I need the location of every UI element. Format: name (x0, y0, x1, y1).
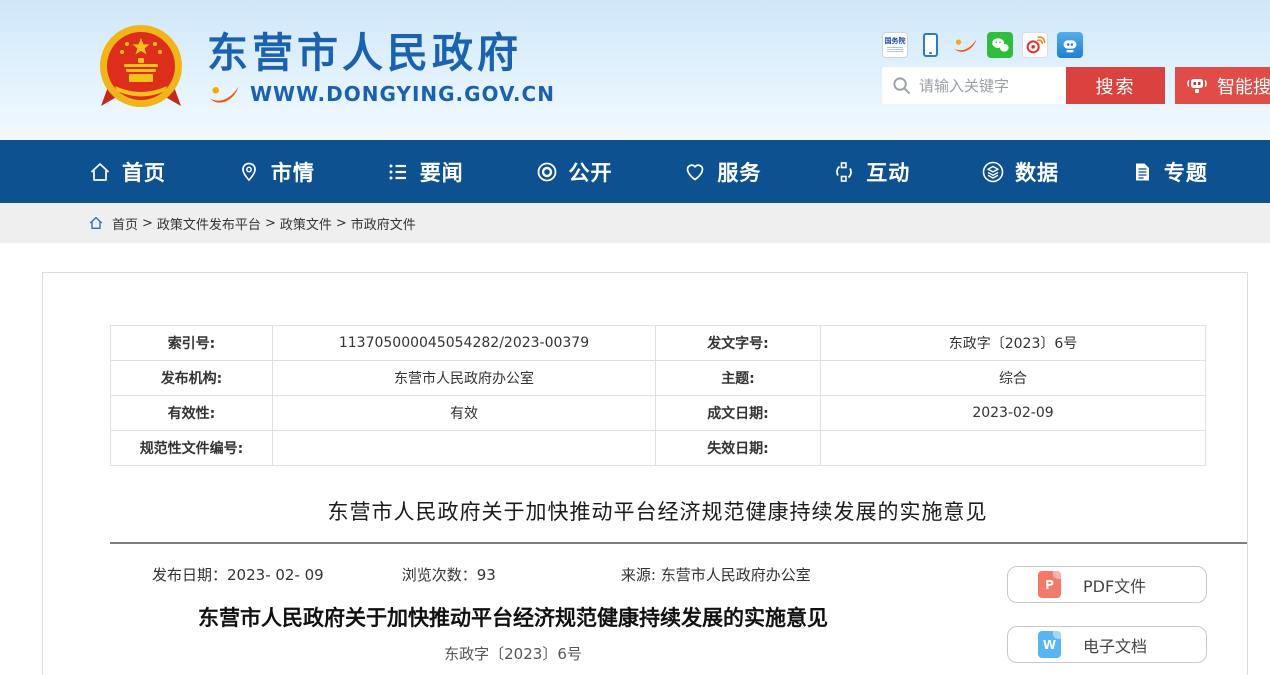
meta-label-index: 索引号: (111, 326, 273, 361)
nav-label: 服务 (717, 157, 761, 187)
meta-label-doc-number: 发文字号: (656, 326, 821, 361)
meta-label-expiry-date: 失效日期: (656, 431, 821, 466)
breadcrumb-home[interactable]: 首页 (112, 214, 138, 233)
meta-label-issuer: 发布机构: (111, 361, 273, 396)
word-file-label: 电子文档 (1083, 633, 1147, 657)
nav-label: 市情 (271, 157, 315, 187)
brand-swoosh-icon (207, 83, 241, 105)
nav-label: 互动 (866, 157, 910, 187)
site-url: WWW.DONGYING.GOV.CN (250, 82, 555, 106)
search-button[interactable]: 搜索 (1066, 67, 1165, 104)
meta-value-issuer: 东营市人民政府办公室 (273, 361, 656, 396)
main-content: 索引号: 113705000045054282/2023-00379 发文字号:… (0, 243, 1270, 675)
quick-links: 国务院 (882, 32, 1083, 58)
main-nav: 首页 市情 要闻 公开 服务 (0, 140, 1270, 203)
nav-label: 要闻 (420, 157, 464, 187)
views-label: 浏览次数： (402, 566, 477, 584)
list-icon (386, 160, 410, 184)
meta-value-normative-number (273, 431, 656, 466)
document-card: 索引号: 113705000045054282/2023-00379 发文字号:… (42, 272, 1248, 675)
site-logo[interactable]: 东营市人民政府 WWW.DONGYING.GOV.CN (95, 22, 555, 114)
breadcrumb-gov-docs[interactable]: 市政府文件 (351, 214, 416, 233)
nav-label: 专题 (1164, 157, 1208, 187)
cycle-icon (832, 160, 856, 184)
article-title: 东营市人民政府关于加快推动平台经济规范健康持续发展的实施意见 (110, 602, 916, 632)
source-value: 东营市人民政府办公室 (661, 566, 811, 584)
search-field-wrap (882, 67, 1066, 104)
breadcrumb: 首页 > 政策文件发布平台 > 政策文件 > 市政府文件 (0, 203, 1270, 243)
views-value: 93 (477, 566, 496, 584)
heart-icon (683, 160, 707, 184)
pdf-file-icon: P (1038, 571, 1061, 598)
nav-item-data[interactable]: 数据 (981, 157, 1059, 187)
smart-search-label: 智能搜索 (1217, 73, 1270, 99)
breadcrumb-separator: > (265, 216, 276, 231)
pdf-file-label: PDF文件 (1083, 573, 1146, 597)
meta-label-validity: 有效性: (111, 396, 273, 431)
national-emblem-icon (95, 22, 187, 114)
article-column: 发布日期：2023- 02- 09 浏览次数：93 来源: 东营市人民政府办公室… (110, 544, 916, 675)
nav-item-home[interactable]: 首页 (88, 157, 166, 187)
meta-value-validity: 有效 (273, 396, 656, 431)
nav-item-interaction[interactable]: 互动 (832, 157, 910, 187)
nav-item-services[interactable]: 服务 (683, 157, 761, 187)
wechat-icon[interactable] (987, 32, 1013, 58)
breadcrumb-policy-platform[interactable]: 政策文件发布平台 (157, 214, 261, 233)
home-icon (88, 160, 112, 184)
document-meta-table: 索引号: 113705000045054282/2023-00379 发文字号:… (110, 325, 1206, 466)
meta-value-index: 113705000045054282/2023-00379 (273, 326, 656, 361)
breadcrumb-policy-docs[interactable]: 政策文件 (280, 214, 332, 233)
meta-value-expiry-date (821, 431, 1206, 466)
search-bar: 搜索 智能搜索 (882, 67, 1270, 104)
article-meta: 发布日期：2023- 02- 09 浏览次数：93 来源: 东营市人民政府办公室 (110, 564, 916, 585)
site-header: 东营市人民政府 WWW.DONGYING.GOV.CN 国务院 (0, 0, 1270, 140)
mobile-version-icon[interactable] (917, 32, 943, 58)
attachment-buttons: P PDF文件 W 电子文档 (916, 544, 1246, 675)
word-file-icon: W (1038, 631, 1061, 658)
publish-date-label: 发布日期： (152, 566, 227, 584)
nav-item-topics[interactable]: 专题 (1130, 157, 1208, 187)
breadcrumb-separator: > (336, 216, 347, 231)
state-council-app-icon[interactable]: 国务院 (882, 32, 908, 58)
meta-label-topic: 主题: (656, 361, 821, 396)
nav-item-open-gov[interactable]: 公开 (535, 157, 613, 187)
target-icon (535, 160, 559, 184)
map-pin-icon (237, 160, 261, 184)
meta-label-normative-number: 规范性文件编号: (111, 431, 273, 466)
smart-search-button[interactable]: 智能搜索 (1175, 67, 1270, 104)
meta-value-date-written: 2023-02-09 (821, 396, 1206, 431)
source-label: 来源: (621, 566, 656, 584)
site-title: 东营市人民政府 (207, 30, 555, 77)
state-council-label: 国务院 (885, 38, 906, 45)
meta-label-date-written: 成文日期: (656, 396, 821, 431)
table-row: 索引号: 113705000045054282/2023-00379 发文字号:… (111, 326, 1206, 361)
search-icon (892, 76, 911, 95)
mobile-app-icon[interactable] (1057, 32, 1083, 58)
nav-label: 首页 (122, 157, 166, 187)
page-title: 东营市人民政府关于加快推动平台经济规范健康持续发展的实施意见 (110, 496, 1205, 526)
nav-item-news[interactable]: 要闻 (386, 157, 464, 187)
word-file-button[interactable]: W 电子文档 (1007, 626, 1207, 663)
nav-label: 公开 (569, 157, 613, 187)
nav-item-city[interactable]: 市情 (237, 157, 315, 187)
brand-swoosh-mini-icon[interactable] (952, 32, 978, 58)
meta-value-doc-number: 东政字〔2023〕6号 (821, 326, 1206, 361)
table-row: 发布机构: 东营市人民政府办公室 主题: 综合 (111, 361, 1206, 396)
layers-icon (981, 160, 1005, 184)
breadcrumb-separator: > (142, 216, 153, 231)
robot-icon (1185, 74, 1209, 98)
search-input[interactable] (919, 77, 1054, 95)
weibo-icon[interactable] (1022, 32, 1048, 58)
table-row: 有效性: 有效 成文日期: 2023-02-09 (111, 396, 1206, 431)
breadcrumb-home-icon (88, 215, 104, 231)
publish-date-value: 2023- 02- 09 (227, 566, 324, 584)
nav-label: 数据 (1015, 157, 1059, 187)
article-doc-number: 东政字〔2023〕6号 (110, 643, 916, 664)
document-icon (1130, 160, 1154, 184)
table-row: 规范性文件编号: 失效日期: (111, 431, 1206, 466)
pdf-file-button[interactable]: P PDF文件 (1007, 566, 1207, 603)
meta-value-topic: 综合 (821, 361, 1206, 396)
